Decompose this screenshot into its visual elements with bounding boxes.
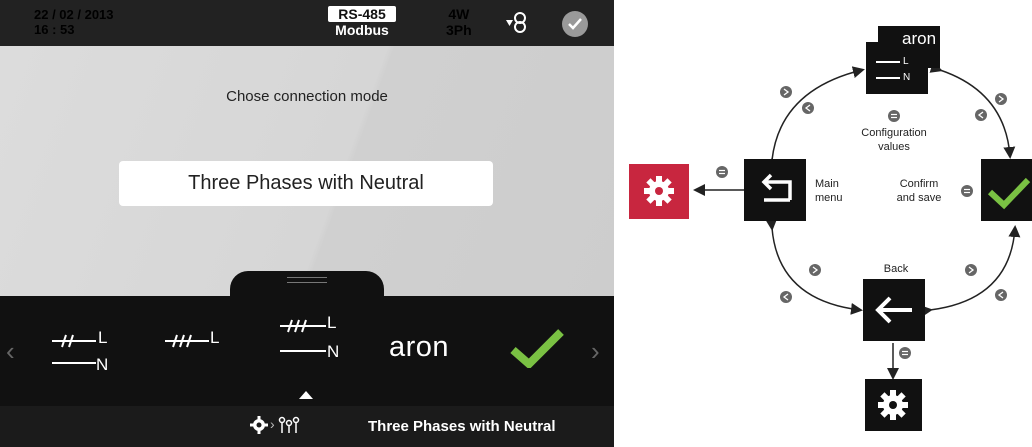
option-1-line1: L: [98, 328, 108, 347]
next-button-icon: [995, 93, 1007, 105]
prev-button-icon: [975, 109, 987, 121]
gear-icon: [878, 390, 908, 420]
carousel-prev-arrow[interactable]: ‹: [6, 336, 15, 367]
breadcrumb-separator-icon: ›: [270, 416, 275, 432]
protocol-bottom: Modbus: [335, 22, 389, 38]
option-aron[interactable]: aron: [389, 331, 449, 364]
back-label: Back: [883, 263, 909, 275]
option-2-line1: L: [210, 328, 220, 347]
confirm-and-save-label: Confirm and save: [896, 178, 942, 204]
arc-top-left: [765, 66, 865, 170]
card-line2-label: N: [903, 72, 911, 83]
option-1-line2: N: [96, 355, 109, 374]
drag-handle[interactable]: [287, 277, 327, 283]
option-3-line2: N: [327, 342, 340, 361]
next-button-icon: [965, 264, 977, 276]
prev-button-icon: [780, 291, 792, 303]
next-button-icon: [780, 86, 792, 98]
wiring-top: 4W: [448, 6, 470, 22]
breadcrumb-label: Three Phases with Neutral: [368, 418, 556, 435]
gear-icon: [644, 176, 674, 206]
gear-icon: [250, 416, 268, 434]
current-transformer-icon: [506, 12, 526, 33]
protocol-top: RS-485: [328, 6, 396, 22]
option-3-line1: L: [327, 313, 337, 332]
card-aron-label: aron: [902, 29, 937, 48]
protocol-indicator: RS-485 Modbus: [328, 6, 396, 38]
time-text: 16 : 53: [34, 22, 75, 37]
navigation-diagram: [629, 26, 1032, 431]
selected-value-box[interactable]: Three Phases with Neutral: [119, 161, 493, 206]
prev-button-icon: [802, 102, 814, 114]
card-three-phase-neutral: [866, 42, 928, 94]
connection-pins-icon: [278, 416, 300, 433]
wiring-indicator: 4W 3Ph: [446, 6, 472, 38]
two-phase-icon: [52, 334, 96, 348]
neutral-line-icon: [280, 350, 326, 352]
arc-top-right: [929, 61, 1016, 159]
menu-button-icon: [888, 110, 900, 122]
menu-button-icon: [961, 185, 973, 197]
prev-button-icon: [995, 289, 1007, 301]
device-screen: 22 / 02 / 2013 16 : 53 RS-485 Modbus 4W …: [0, 0, 614, 447]
main-menu-label: Main menu: [815, 178, 843, 204]
configuration-values-label: Configuration values: [861, 127, 927, 153]
selection-indicator: [299, 391, 313, 399]
menu-button-icon: [716, 166, 728, 178]
three-phase-icon: [165, 334, 209, 348]
status-ok-icon: [562, 11, 588, 37]
card-main-menu: [744, 159, 806, 221]
neutral-line-icon: [52, 362, 96, 364]
card-line1-label: L: [903, 56, 909, 67]
card-confirm: [981, 159, 1032, 221]
prompt-text: Chose connection mode: [226, 88, 388, 105]
next-button-icon: [809, 264, 821, 276]
menu-button-icon: [899, 347, 911, 359]
date-text: 22 / 02 / 2013: [34, 7, 114, 22]
confirm-check-icon[interactable]: [510, 328, 564, 368]
date-time: 22 / 02 / 2013 16 : 53: [34, 7, 114, 37]
carousel-next-arrow[interactable]: ›: [591, 336, 600, 367]
wiring-bottom: 3Ph: [446, 22, 472, 38]
three-phase-icon: [280, 319, 326, 333]
